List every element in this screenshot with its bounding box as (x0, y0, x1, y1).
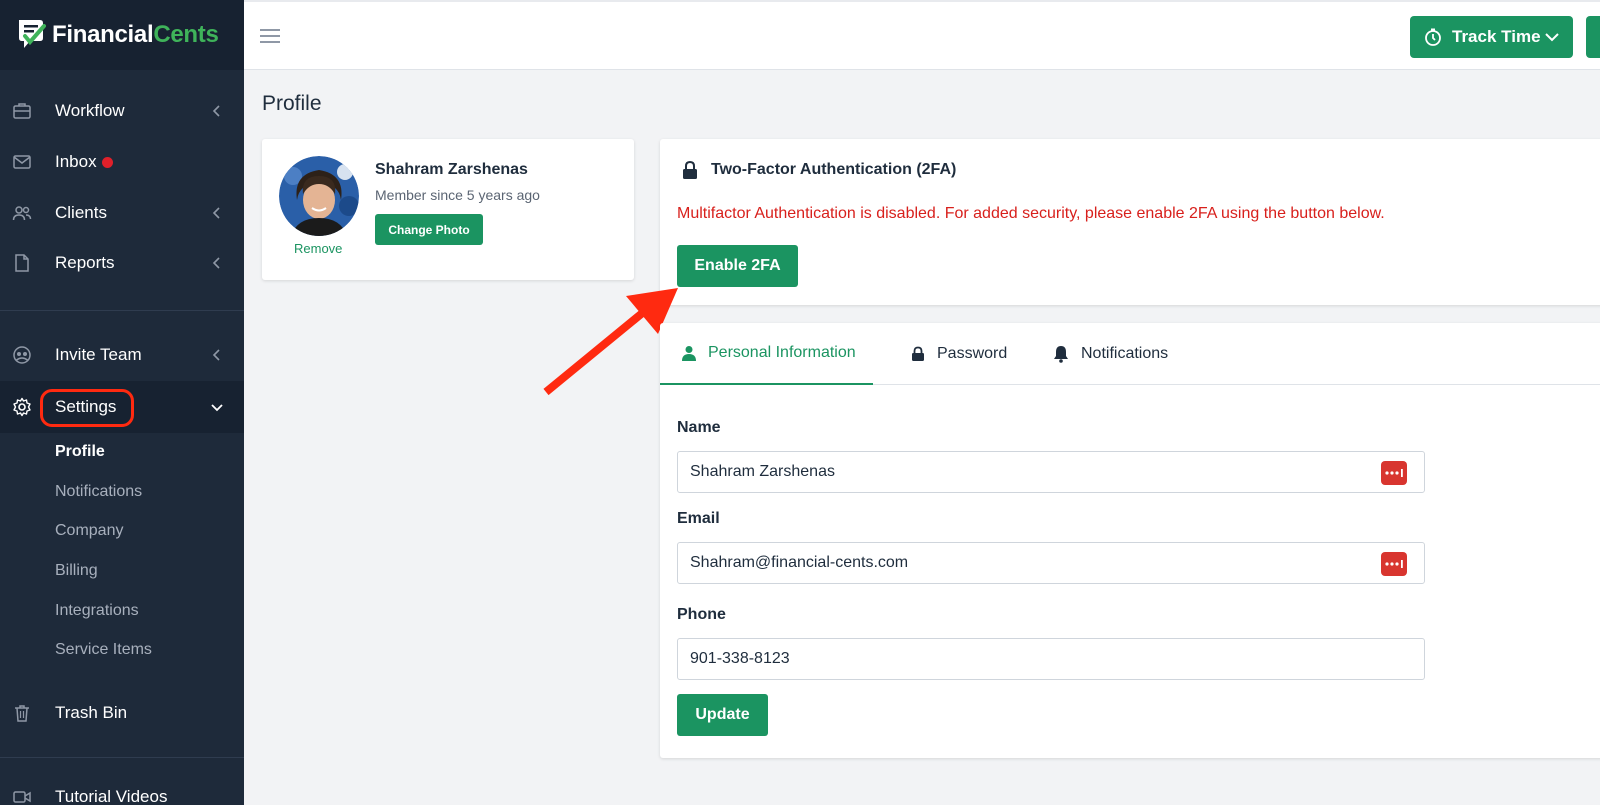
settings-sub-integrations[interactable]: Integrations (55, 602, 139, 620)
top-bar: Track Time (244, 0, 1600, 70)
phone-value: 901-338-8123 (690, 650, 790, 667)
tab-password[interactable]: Password (911, 323, 1007, 385)
settings-sub-billing[interactable]: Billing (55, 562, 98, 580)
team-icon (13, 346, 31, 364)
two-factor-card: Two-Factor Authentication (2FA) Multifac… (660, 139, 1600, 305)
sidebar-item-tutorial-videos[interactable]: Tutorial Videos (0, 772, 244, 805)
topbar-action-button[interactable] (1586, 16, 1600, 58)
sidebar-item-label: Settings (55, 397, 117, 416)
lock-icon (912, 346, 924, 361)
tab-personal-information[interactable]: Personal Information (660, 323, 873, 385)
settings-sub-notifications[interactable]: Notifications (55, 483, 142, 501)
chevron-left-icon (212, 349, 220, 361)
name-value: Shahram Zarshenas (690, 463, 835, 480)
settings-sub-service-items[interactable]: Service Items (55, 641, 152, 659)
bell-icon (1054, 346, 1068, 363)
sidebar-item-label: Trash Bin (55, 703, 128, 722)
two-factor-warning: Multifactor Authentication is disabled. … (677, 205, 1385, 222)
sidebar-item-label: Invite Team (55, 345, 142, 364)
update-button[interactable]: Update (677, 694, 768, 736)
sidebar-item-invite-team[interactable]: Invite Team (0, 330, 244, 380)
enable-2fa-button[interactable]: Enable 2FA (677, 245, 798, 287)
unread-dot (102, 156, 113, 168)
sidebar-item-trash-bin[interactable]: Trash Bin (0, 688, 244, 738)
sidebar-item-workflow[interactable]: Workflow (0, 86, 244, 136)
trash-icon (15, 705, 29, 722)
remove-photo-link[interactable]: Remove (294, 241, 342, 256)
settings-sub-company[interactable]: Company (55, 522, 123, 540)
name-label: Name (677, 419, 721, 436)
personal-info-card: Personal Information Password Notificati… (660, 323, 1600, 758)
track-time-button[interactable]: Track Time (1410, 16, 1573, 58)
sidebar-item-settings[interactable]: Settings (0, 381, 244, 433)
profile-card: Remove Shahram Zarshenas Member since 5 … (262, 139, 634, 280)
settings-sub-profile[interactable]: Profile (55, 443, 105, 461)
logo-text: FinancialCents (52, 21, 219, 48)
profile-name: Shahram Zarshenas (375, 161, 528, 178)
tab-label: Password (937, 345, 1008, 362)
sidebar-item-label: Reports (55, 253, 115, 272)
password-manager-icon[interactable] (1381, 552, 1407, 576)
profile-photo (279, 156, 359, 236)
chevron-down-icon (211, 404, 223, 412)
member-since: Member since 5 years ago (375, 187, 540, 203)
chevron-left-icon (212, 207, 220, 219)
track-time-label: Track Time (1452, 27, 1541, 46)
phone-field[interactable]: 901-338-8123 (677, 638, 1425, 680)
change-photo-button[interactable]: Change Photo (375, 214, 483, 245)
hamburger-menu-icon[interactable] (260, 28, 280, 44)
users-icon (12, 206, 32, 221)
sidebar-item-clients[interactable]: Clients (0, 188, 244, 238)
sidebar-divider (0, 757, 244, 758)
avatar[interactable] (279, 156, 359, 236)
tab-label: Personal Information (708, 344, 856, 361)
email-value: Shahram@financial-cents.com (690, 554, 909, 571)
user-icon (682, 346, 696, 361)
sidebar-item-label: Tutorial Videos (55, 787, 168, 805)
profile-tabs: Personal Information Password Notificati… (660, 323, 1600, 385)
sidebar-item-label: Clients (55, 203, 107, 222)
chevron-left-icon (212, 105, 220, 117)
chevron-down-icon (1545, 33, 1559, 42)
video-icon (13, 791, 31, 803)
sidebar-item-label: Workflow (55, 101, 125, 120)
page-title: Profile (262, 92, 322, 115)
sidebar-item-inbox[interactable]: Inbox (0, 137, 244, 187)
sidebar-item-reports[interactable]: Reports (0, 238, 244, 288)
sidebar-divider (0, 310, 244, 311)
password-manager-icon[interactable] (1381, 461, 1407, 485)
lock-icon (683, 160, 697, 179)
two-factor-title: Two-Factor Authentication (2FA) (711, 161, 957, 178)
sidebar: FinancialCents Workflow Inbox Clients Re… (0, 0, 244, 805)
gear-icon (13, 397, 31, 417)
financial-cents-logo-icon (19, 20, 46, 48)
red-arrow-annotation-icon (543, 288, 678, 396)
name-field[interactable]: Shahram Zarshenas (677, 451, 1425, 493)
logo[interactable]: FinancialCents (0, 0, 244, 70)
stopwatch-icon (1425, 28, 1441, 46)
chevron-left-icon (212, 257, 220, 269)
phone-label: Phone (677, 606, 726, 623)
email-field[interactable]: Shahram@financial-cents.com (677, 542, 1425, 584)
mail-icon (13, 155, 31, 169)
tab-label: Notifications (1081, 345, 1169, 362)
tab-notifications[interactable]: Notifications (1053, 323, 1168, 385)
sidebar-item-label: Inbox (55, 152, 97, 171)
email-label: Email (677, 510, 720, 527)
briefcase-icon (13, 103, 31, 119)
file-icon (15, 254, 29, 272)
